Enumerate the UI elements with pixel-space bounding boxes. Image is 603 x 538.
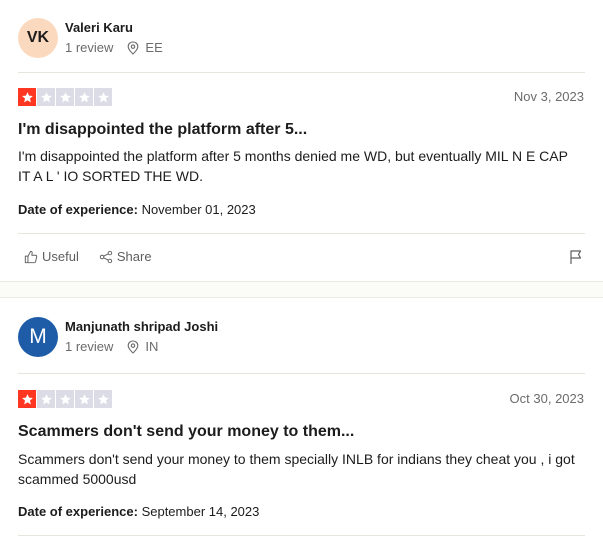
divider bbox=[18, 373, 585, 374]
review-separator bbox=[0, 281, 603, 298]
consumer-location: IN bbox=[127, 339, 158, 355]
star-icon bbox=[37, 390, 55, 408]
review-card: VK Valeri Karu 1 review EE Nov 3, 2023 I… bbox=[0, 0, 603, 281]
review-title[interactable]: Scammers don't send your money to them..… bbox=[18, 422, 354, 442]
useful-label: Useful bbox=[42, 249, 79, 264]
experience-date: November 01, 2023 bbox=[141, 202, 256, 217]
review-count: 1 review bbox=[65, 339, 114, 354]
star-icon bbox=[37, 88, 55, 106]
share-label: Share bbox=[116, 249, 152, 264]
location-pin-icon bbox=[128, 340, 139, 354]
star-icon bbox=[18, 390, 36, 408]
review-date: Oct 30, 2023 bbox=[509, 391, 584, 406]
experience-label: Date of experience: bbox=[18, 504, 138, 519]
experience-label: Date of experience: bbox=[18, 202, 138, 217]
avatar[interactable]: M bbox=[18, 317, 58, 357]
star-icon bbox=[94, 390, 112, 408]
divider bbox=[18, 72, 585, 73]
country-code: IN bbox=[145, 339, 159, 354]
reviews-page: VK Valeri Karu 1 review EE Nov 3, 2023 I… bbox=[0, 0, 603, 538]
review-date: Nov 3, 2023 bbox=[513, 89, 584, 104]
star-rating bbox=[18, 390, 113, 408]
review-count: 1 review bbox=[65, 40, 114, 55]
review-actions: Useful Share bbox=[24, 249, 172, 264]
star-rating bbox=[18, 88, 113, 106]
location-pin-icon bbox=[128, 41, 139, 55]
star-icon bbox=[94, 88, 112, 106]
star-icon bbox=[56, 390, 74, 408]
share-icon bbox=[99, 250, 113, 263]
review-title[interactable]: I'm disappointed the platform after 5... bbox=[18, 120, 307, 140]
share-button[interactable]: Share bbox=[99, 249, 152, 264]
date-of-experience: Date of experience: September 14, 2023 bbox=[18, 504, 259, 520]
review-text: I'm disappointed the platform after 5 mo… bbox=[18, 148, 568, 184]
consumer-info[interactable]: VK Valeri Karu 1 review EE bbox=[18, 18, 163, 58]
divider bbox=[18, 233, 585, 234]
country-code: EE bbox=[145, 40, 163, 55]
flag-button[interactable] bbox=[569, 249, 583, 270]
star-icon bbox=[75, 88, 93, 106]
star-icon bbox=[18, 88, 36, 106]
consumer-name[interactable]: Valeri Karu bbox=[65, 20, 163, 36]
experience-date: September 14, 2023 bbox=[141, 504, 260, 519]
thumbs-up-icon bbox=[24, 250, 38, 263]
avatar[interactable]: VK bbox=[18, 18, 58, 58]
review-text: Scammers don't send your money to them s… bbox=[18, 451, 575, 487]
date-of-experience: Date of experience: November 01, 2023 bbox=[18, 202, 256, 218]
review-card: M Manjunath shripad Joshi 1 review IN Oc… bbox=[0, 298, 603, 538]
star-icon bbox=[56, 88, 74, 106]
star-icon bbox=[75, 390, 93, 408]
divider bbox=[18, 535, 585, 536]
consumer-name[interactable]: Manjunath shripad Joshi bbox=[65, 319, 218, 335]
consumer-location: EE bbox=[127, 40, 163, 56]
useful-button[interactable]: Useful bbox=[24, 249, 79, 264]
flag-icon bbox=[570, 250, 582, 264]
consumer-info[interactable]: M Manjunath shripad Joshi 1 review IN bbox=[18, 317, 218, 357]
